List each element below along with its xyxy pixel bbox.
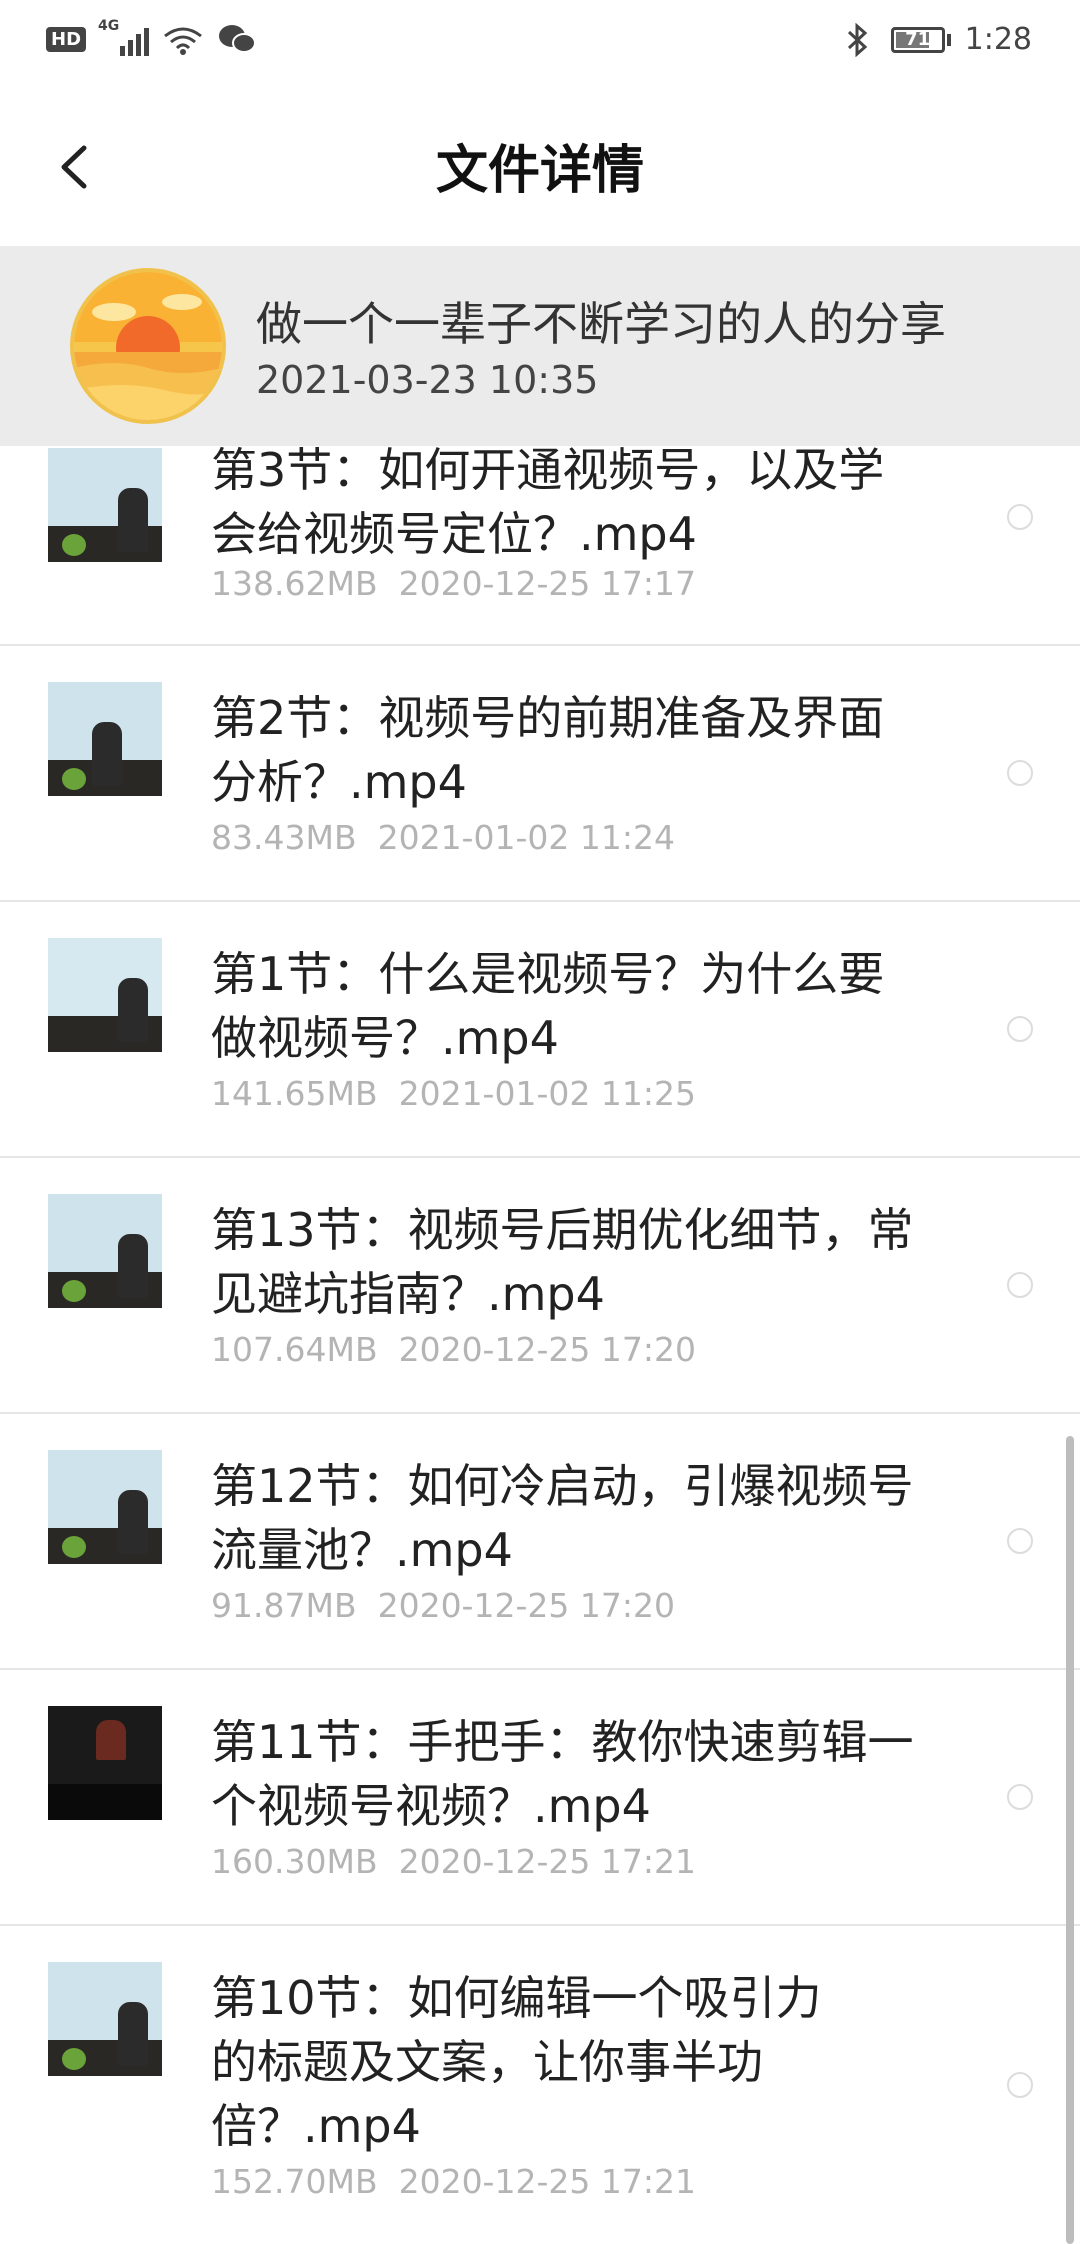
file-date: 2021-01-02 11:24 (377, 818, 675, 857)
file-date: 2020-12-25 17:17 (398, 564, 696, 603)
file-row[interactable]: 第2节：视频号的前期准备及界面分析？.mp4 83.43MB 2021-01-0… (0, 646, 1080, 902)
file-date: 2020-12-25 17:20 (398, 1330, 696, 1369)
file-name: 第12节：如何冷启动，引爆视频号流量池？.mp4 (211, 1459, 914, 1577)
file-name: 第13节：视频号后期优化细节，常见避坑指南？.mp4 (211, 1203, 914, 1321)
file-date: 2021-01-02 11:25 (398, 1074, 696, 1113)
file-name: 第10节：如何编辑一个吸引力的标题及文案，让你事半功倍？.mp4 (211, 1971, 822, 2153)
file-row[interactable]: 第10节：如何编辑一个吸引力的标题及文案，让你事半功倍？.mp4 152.70M… (0, 1926, 1080, 2244)
file-date: 2020-12-25 17:21 (398, 1842, 696, 1881)
owner-name: 做一个一辈子不断学习的人的分享 (256, 297, 946, 351)
avatar (70, 268, 226, 424)
file-name: 第2节：视频号的前期准备及界面分析？.mp4 (211, 691, 885, 809)
file-size: 141.65MB (211, 1074, 378, 1113)
file-date: 2020-12-25 17:20 (377, 1586, 675, 1625)
file-row[interactable]: 第1节：什么是视频号？为什么要做视频号？.mp4 141.65MB 2021-0… (0, 902, 1080, 1158)
file-meta: 107.64MB 2020-12-25 17:20 (211, 1330, 696, 1369)
video-thumbnail (48, 1450, 162, 1564)
file-size: 91.87MB (211, 1586, 357, 1625)
file-name: 第3节：如何开通视频号，以及学会给视频号定位？.mp4 (211, 443, 885, 561)
file-date: 2020-12-25 17:21 (398, 2162, 696, 2201)
select-radio[interactable] (1007, 1784, 1033, 1810)
video-thumbnail (48, 1194, 162, 1308)
select-radio[interactable] (1007, 1528, 1033, 1554)
select-radio[interactable] (1007, 1016, 1033, 1042)
file-meta: 138.62MB 2020-12-25 17:17 (211, 564, 696, 603)
file-size: 138.62MB (211, 564, 378, 603)
share-date: 2021-03-23 10:35 (256, 358, 599, 402)
file-size: 160.30MB (211, 1842, 378, 1881)
file-size: 107.64MB (211, 1330, 378, 1369)
file-meta: 141.65MB 2021-01-02 11:25 (211, 1074, 696, 1113)
file-size: 83.43MB (211, 818, 357, 857)
video-thumbnail (48, 1706, 162, 1820)
file-meta: 83.43MB 2021-01-02 11:24 (211, 818, 675, 857)
video-thumbnail (48, 682, 162, 796)
owner-banner: 做一个一辈子不断学习的人的分享 2021-03-23 10:35 (0, 246, 1080, 446)
file-row[interactable]: 第12节：如何冷启动，引爆视频号流量池？.mp4 91.87MB 2020-12… (0, 1414, 1080, 1670)
select-radio[interactable] (1007, 504, 1033, 530)
select-radio[interactable] (1007, 2072, 1033, 2098)
file-meta: 152.70MB 2020-12-25 17:21 (211, 2162, 696, 2201)
file-name: 第11节：手把手：教你快速剪辑一个视频号视频？.mp4 (211, 1715, 914, 1833)
video-thumbnail (48, 448, 162, 562)
file-row[interactable]: 第11节：手把手：教你快速剪辑一个视频号视频？.mp4 160.30MB 202… (0, 1670, 1080, 1926)
file-name: 第1节：什么是视频号？为什么要做视频号？.mp4 (211, 947, 885, 1065)
file-size: 152.70MB (211, 2162, 378, 2201)
select-radio[interactable] (1007, 1272, 1033, 1298)
select-radio[interactable] (1007, 760, 1033, 786)
video-thumbnail (48, 938, 162, 1052)
file-row[interactable]: 第13节：视频号后期优化细节，常见避坑指南？.mp4 107.64MB 2020… (0, 1158, 1080, 1414)
scrollbar[interactable] (1066, 1436, 1074, 2244)
file-meta: 160.30MB 2020-12-25 17:21 (211, 1842, 696, 1881)
video-thumbnail (48, 1962, 162, 2076)
file-meta: 91.87MB 2020-12-25 17:20 (211, 1586, 675, 1625)
